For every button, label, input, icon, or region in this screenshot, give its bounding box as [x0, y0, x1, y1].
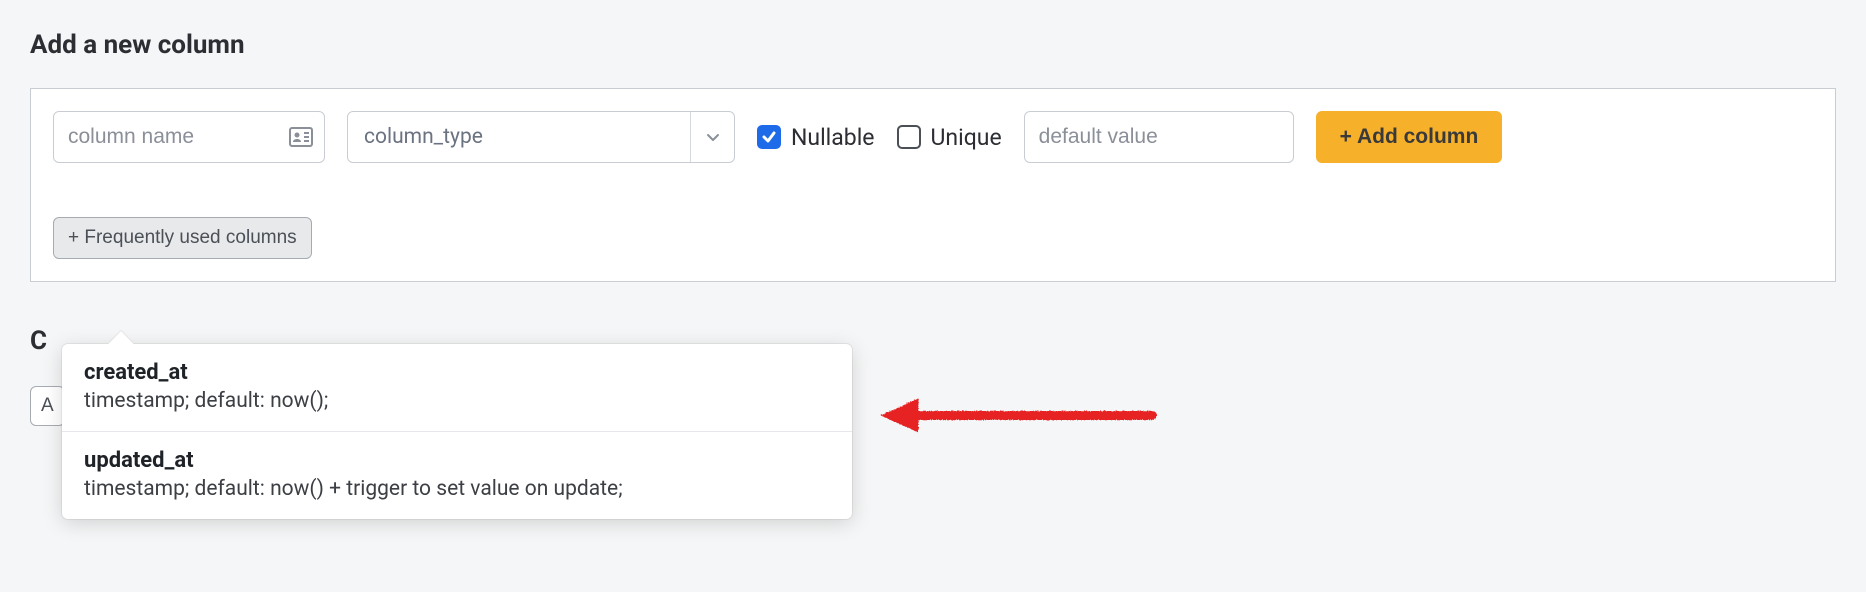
chevron-down-icon	[690, 112, 734, 162]
id-card-icon	[289, 125, 313, 149]
add-column-row: column_type Nullable	[53, 111, 1813, 163]
popover-item-title: updated_at	[84, 448, 830, 473]
popover-item-updated-at[interactable]: updated_at timestamp; default: now() + t…	[62, 431, 852, 519]
nullable-checkbox[interactable]	[757, 125, 781, 149]
nullable-group: Nullable	[757, 124, 875, 151]
column-name-wrap	[53, 111, 325, 163]
unique-group: Unique	[897, 124, 1002, 151]
add-column-panel: column_type Nullable	[30, 88, 1836, 282]
unique-checkbox[interactable]	[897, 125, 921, 149]
nullable-label: Nullable	[791, 124, 875, 151]
under-button[interactable]: A	[30, 386, 65, 426]
add-column-button[interactable]: + Add column	[1316, 111, 1503, 163]
frequently-used-columns-button[interactable]: + Frequently used columns	[53, 217, 312, 259]
popover-item-created-at[interactable]: created_at timestamp; default: now();	[62, 344, 852, 431]
default-value-input[interactable]	[1024, 111, 1294, 163]
section-title: Add a new column	[30, 30, 1836, 60]
frequently-used-popover: created_at timestamp; default: now(); up…	[62, 344, 852, 519]
column-type-placeholder: column_type	[348, 125, 690, 149]
popover-item-desc: timestamp; default: now();	[84, 389, 830, 413]
popover-item-desc: timestamp; default: now() + trigger to s…	[84, 477, 830, 501]
column-name-input[interactable]	[53, 111, 325, 163]
unique-label: Unique	[931, 124, 1002, 151]
popover-item-title: created_at	[84, 360, 830, 385]
column-type-select[interactable]: column_type	[347, 111, 735, 163]
